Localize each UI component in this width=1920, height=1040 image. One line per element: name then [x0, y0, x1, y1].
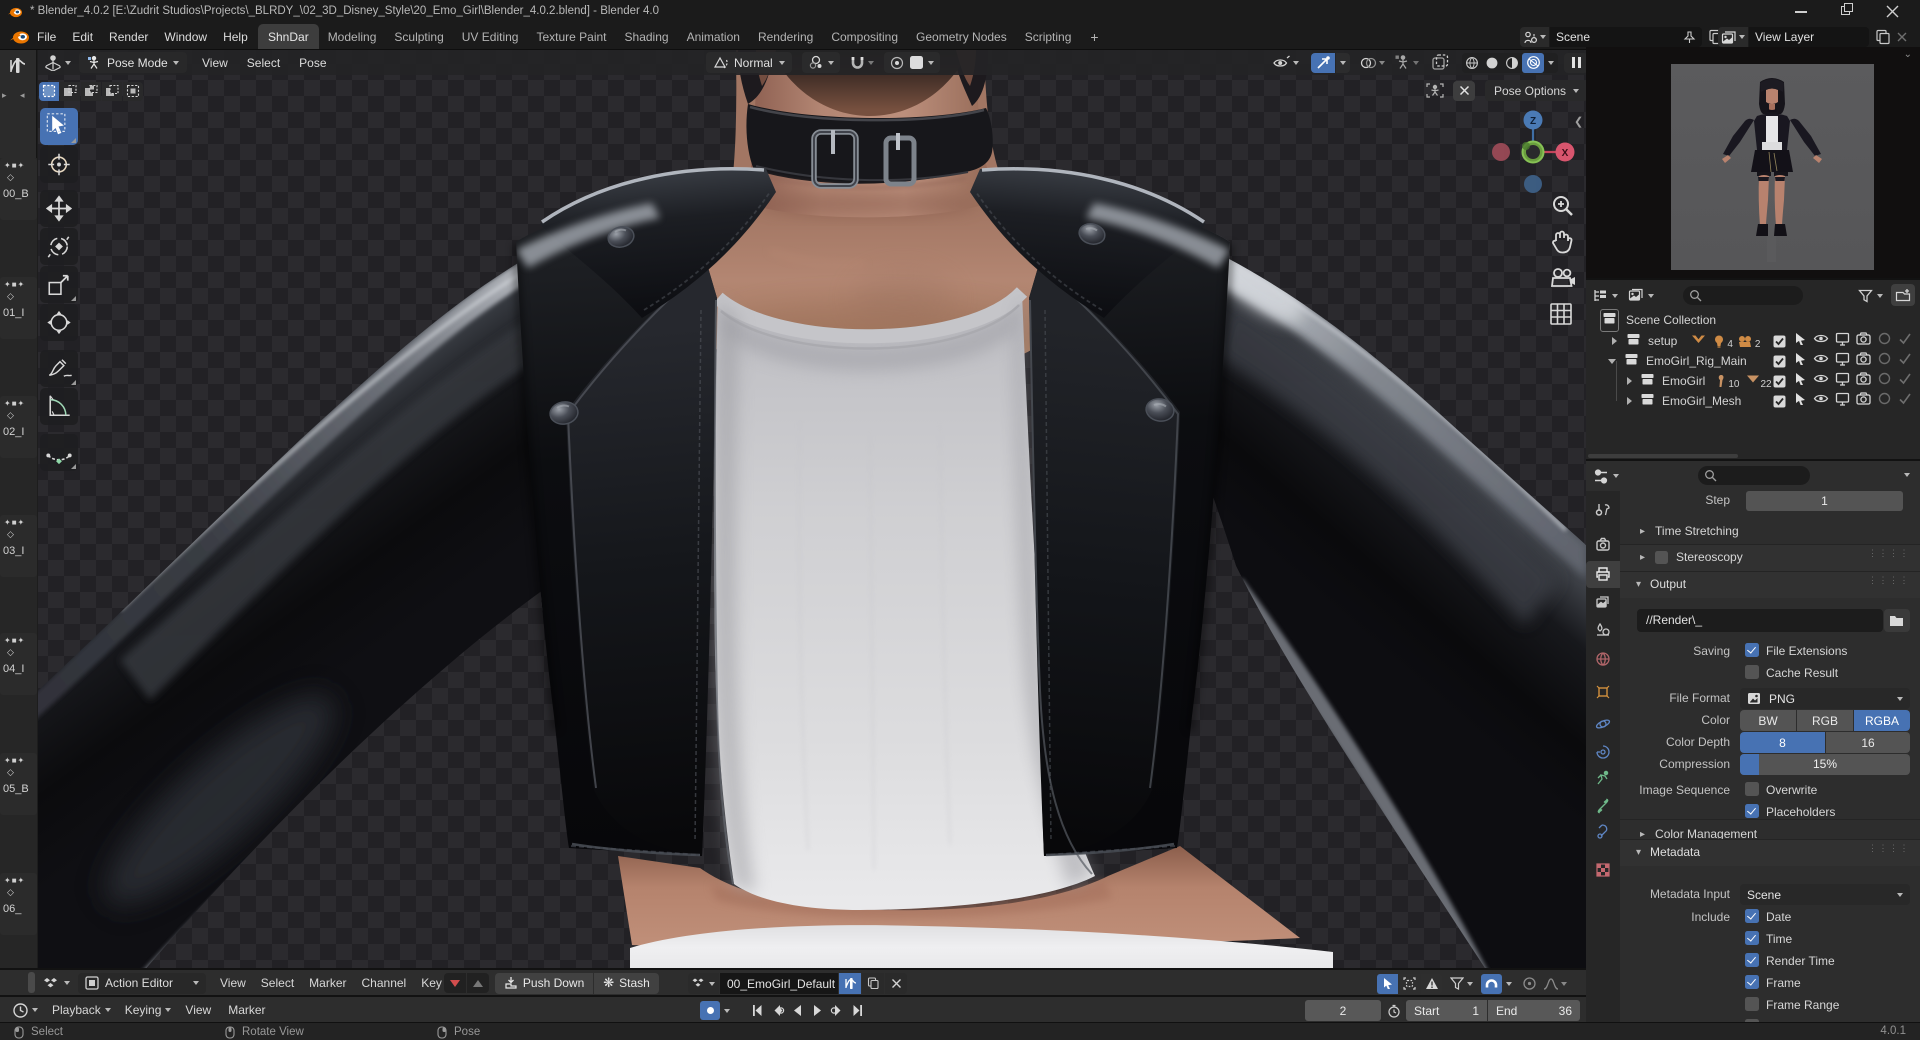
svg-text:X: X [1562, 148, 1569, 159]
svg-text:Z: Z [1530, 116, 1536, 127]
